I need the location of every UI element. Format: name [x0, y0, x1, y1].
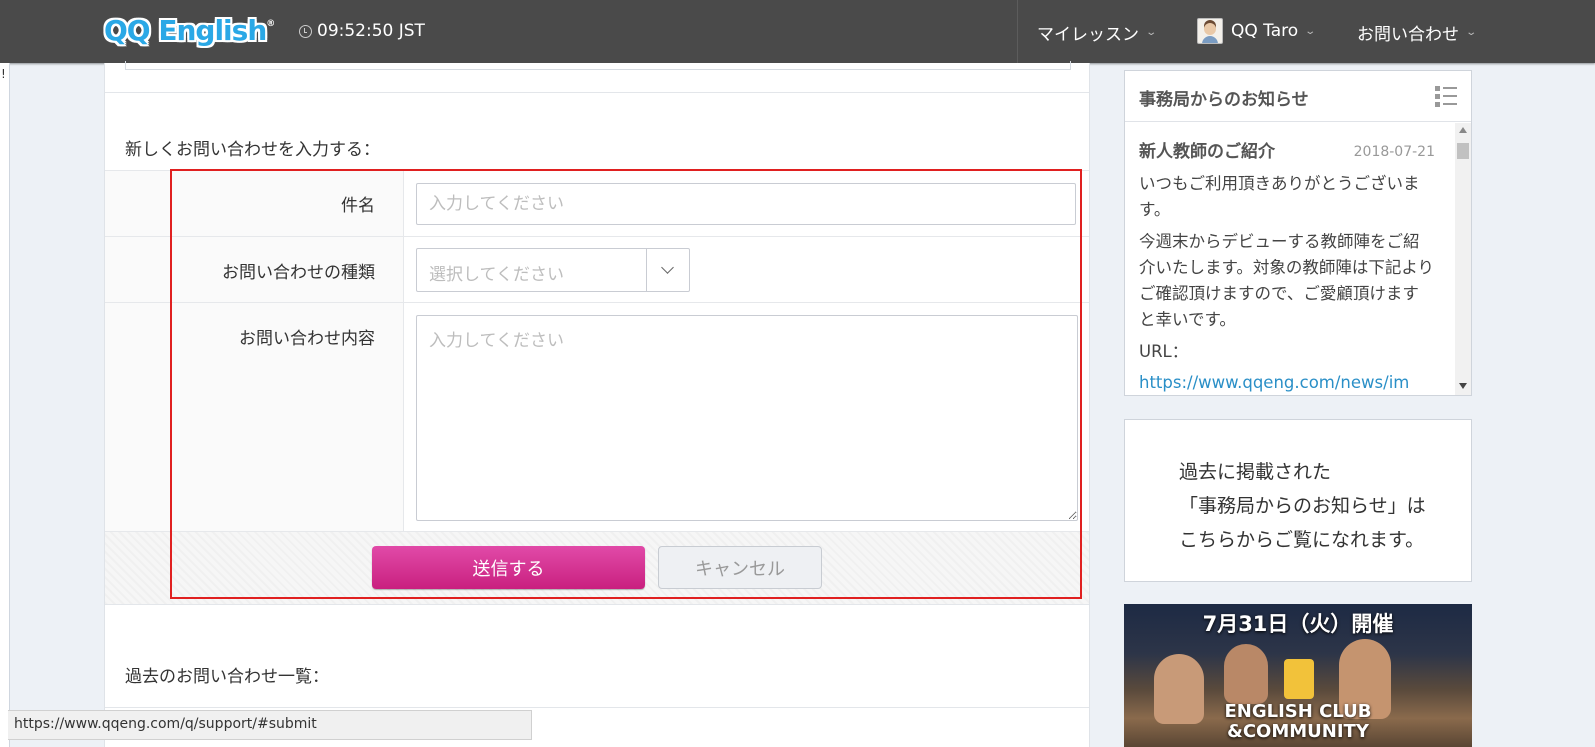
banner-photo-person: [1224, 644, 1268, 704]
avatar: [1197, 18, 1223, 44]
inquiry-content-label: お問い合わせ内容: [239, 329, 375, 349]
top-navbar: QQ English® 09:52:50 JST マイレッスン ⌄ QQ Tar…: [0, 0, 1595, 63]
clock: 09:52:50 JST: [299, 21, 425, 41]
divider: [105, 92, 1089, 93]
nav-contact-label: お問い合わせ: [1357, 25, 1459, 45]
chevron-down-icon: ⌄: [1465, 27, 1478, 38]
nav-divider: [1017, 0, 1018, 63]
news-item-title[interactable]: 新人教師のご紹介 2018-07-21: [1139, 139, 1435, 165]
news-body: 新人教師のご紹介 2018-07-21 いつもご利用頂きありがとうございます。 …: [1139, 139, 1435, 395]
chevron-down-icon: ⌄: [1304, 25, 1317, 37]
subject-input[interactable]: [416, 183, 1076, 225]
clock-icon: [299, 24, 312, 38]
news-paragraph: 今週末からデビューする教師陣をご紹介いたします。対象の教師陣は下記よりご確認頂け…: [1139, 232, 1435, 329]
inquiry-content-row: お問い合わせ内容: [105, 302, 1089, 532]
left-edge-strip: !: [0, 63, 10, 747]
new-inquiry-title: 新しくお問い合わせを入力する：: [125, 140, 380, 160]
archive-text: 過去に掲載された 「事務局からのお知らせ」は こちらからご覧になれます。: [1179, 455, 1426, 557]
news-header-title: 事務局からのお知らせ: [1139, 90, 1309, 110]
banner-caption-line: ENGLISH CLUB: [1224, 701, 1372, 722]
browser-status-bar: https://www.qqeng.com/q/support/#submit: [8, 710, 532, 740]
news-panel: 事務局からのお知らせ 新人教師のご紹介 2018-07-21 いつもご利用頂きあ…: [1124, 70, 1472, 396]
banner-photo-drink: [1284, 659, 1314, 699]
inquiry-type-selected: 選択してください: [429, 265, 564, 285]
news-scrollbar[interactable]: [1455, 123, 1471, 395]
news-item-date: 2018-07-21: [1353, 144, 1435, 160]
submit-button[interactable]: 送信する: [372, 546, 645, 589]
inquiry-type-label: お問い合わせの種類: [222, 263, 375, 283]
inquiry-type-row: お問い合わせの種類 選択してください: [105, 236, 1089, 303]
nav-my-lessons-label: マイレッスン: [1037, 25, 1139, 45]
subject-row: 件名: [105, 170, 1089, 237]
divider: [105, 604, 1089, 605]
archive-line: 過去に掲載された: [1179, 461, 1332, 483]
news-header: 事務局からのお知らせ: [1125, 71, 1471, 122]
archive-line: こちらからご覧になれます。: [1179, 529, 1425, 551]
past-inquiries-title: 過去のお問い合わせ一覧：: [125, 667, 329, 687]
form-button-bar: 送信する キャンセル: [105, 531, 1089, 604]
news-paragraph: いつもご利用頂きありがとうございます。: [1139, 174, 1420, 219]
cancel-button[interactable]: キャンセル: [658, 546, 822, 589]
main-content-card: 新しくお問い合わせを入力する： 件名 お問い合わせの種類 選択してください お問…: [104, 61, 1090, 747]
news-item-title-text: 新人教師のご紹介: [1139, 142, 1275, 162]
nav-my-lessons[interactable]: マイレッスン ⌄: [1037, 20, 1158, 45]
banner-caption-line: &COMMUNITY: [1227, 721, 1369, 742]
user-name: QQ Taro: [1231, 21, 1299, 41]
qq-english-logo[interactable]: QQ English®: [104, 14, 275, 47]
chevron-down-icon[interactable]: [646, 249, 689, 291]
label-cell: お問い合わせの種類: [105, 237, 404, 303]
archive-line: 「事務局からのお知らせ」は: [1179, 495, 1426, 517]
label-cell: 件名: [105, 171, 404, 237]
scroll-thumb[interactable]: [1457, 143, 1469, 159]
banner-caption: ENGLISH CLUB &COMMUNITY: [1124, 702, 1472, 742]
divider: [105, 707, 1089, 708]
scroll-down-arrow-icon[interactable]: [1459, 383, 1467, 389]
subject-label: 件名: [341, 196, 375, 216]
nav-contact[interactable]: お問い合わせ ⌄: [1357, 20, 1478, 45]
inquiry-content-textarea[interactable]: [416, 315, 1078, 521]
news-url-link[interactable]: https://www.qqeng.com/news/im: [1139, 370, 1435, 395]
news-archive-link-box[interactable]: 過去に掲載された 「事務局からのお知らせ」は こちらからご覧になれます。: [1124, 419, 1472, 582]
previous-section-box: [125, 61, 1071, 70]
news-url-label: URL：: [1139, 342, 1189, 361]
list-icon[interactable]: [1435, 85, 1457, 107]
banner-title: 7月31日（火）開催: [1202, 612, 1394, 636]
chevron-down-icon: ⌄: [1145, 27, 1158, 38]
left-strip-text: !: [1, 67, 6, 81]
label-cell: お問い合わせ内容: [105, 303, 404, 532]
current-time: 09:52:50 JST: [317, 21, 425, 41]
scroll-up-arrow-icon[interactable]: [1459, 127, 1467, 133]
inquiry-type-select[interactable]: 選択してください: [416, 248, 690, 292]
logo-text: QQ English: [104, 14, 267, 47]
nav-user-menu[interactable]: QQ Taro ⌄: [1197, 18, 1317, 44]
english-club-banner[interactable]: 7月31日（火）開催 ENGLISH CLUB &COMMUNITY: [1124, 604, 1472, 747]
logo-registered-mark: ®: [266, 18, 275, 29]
